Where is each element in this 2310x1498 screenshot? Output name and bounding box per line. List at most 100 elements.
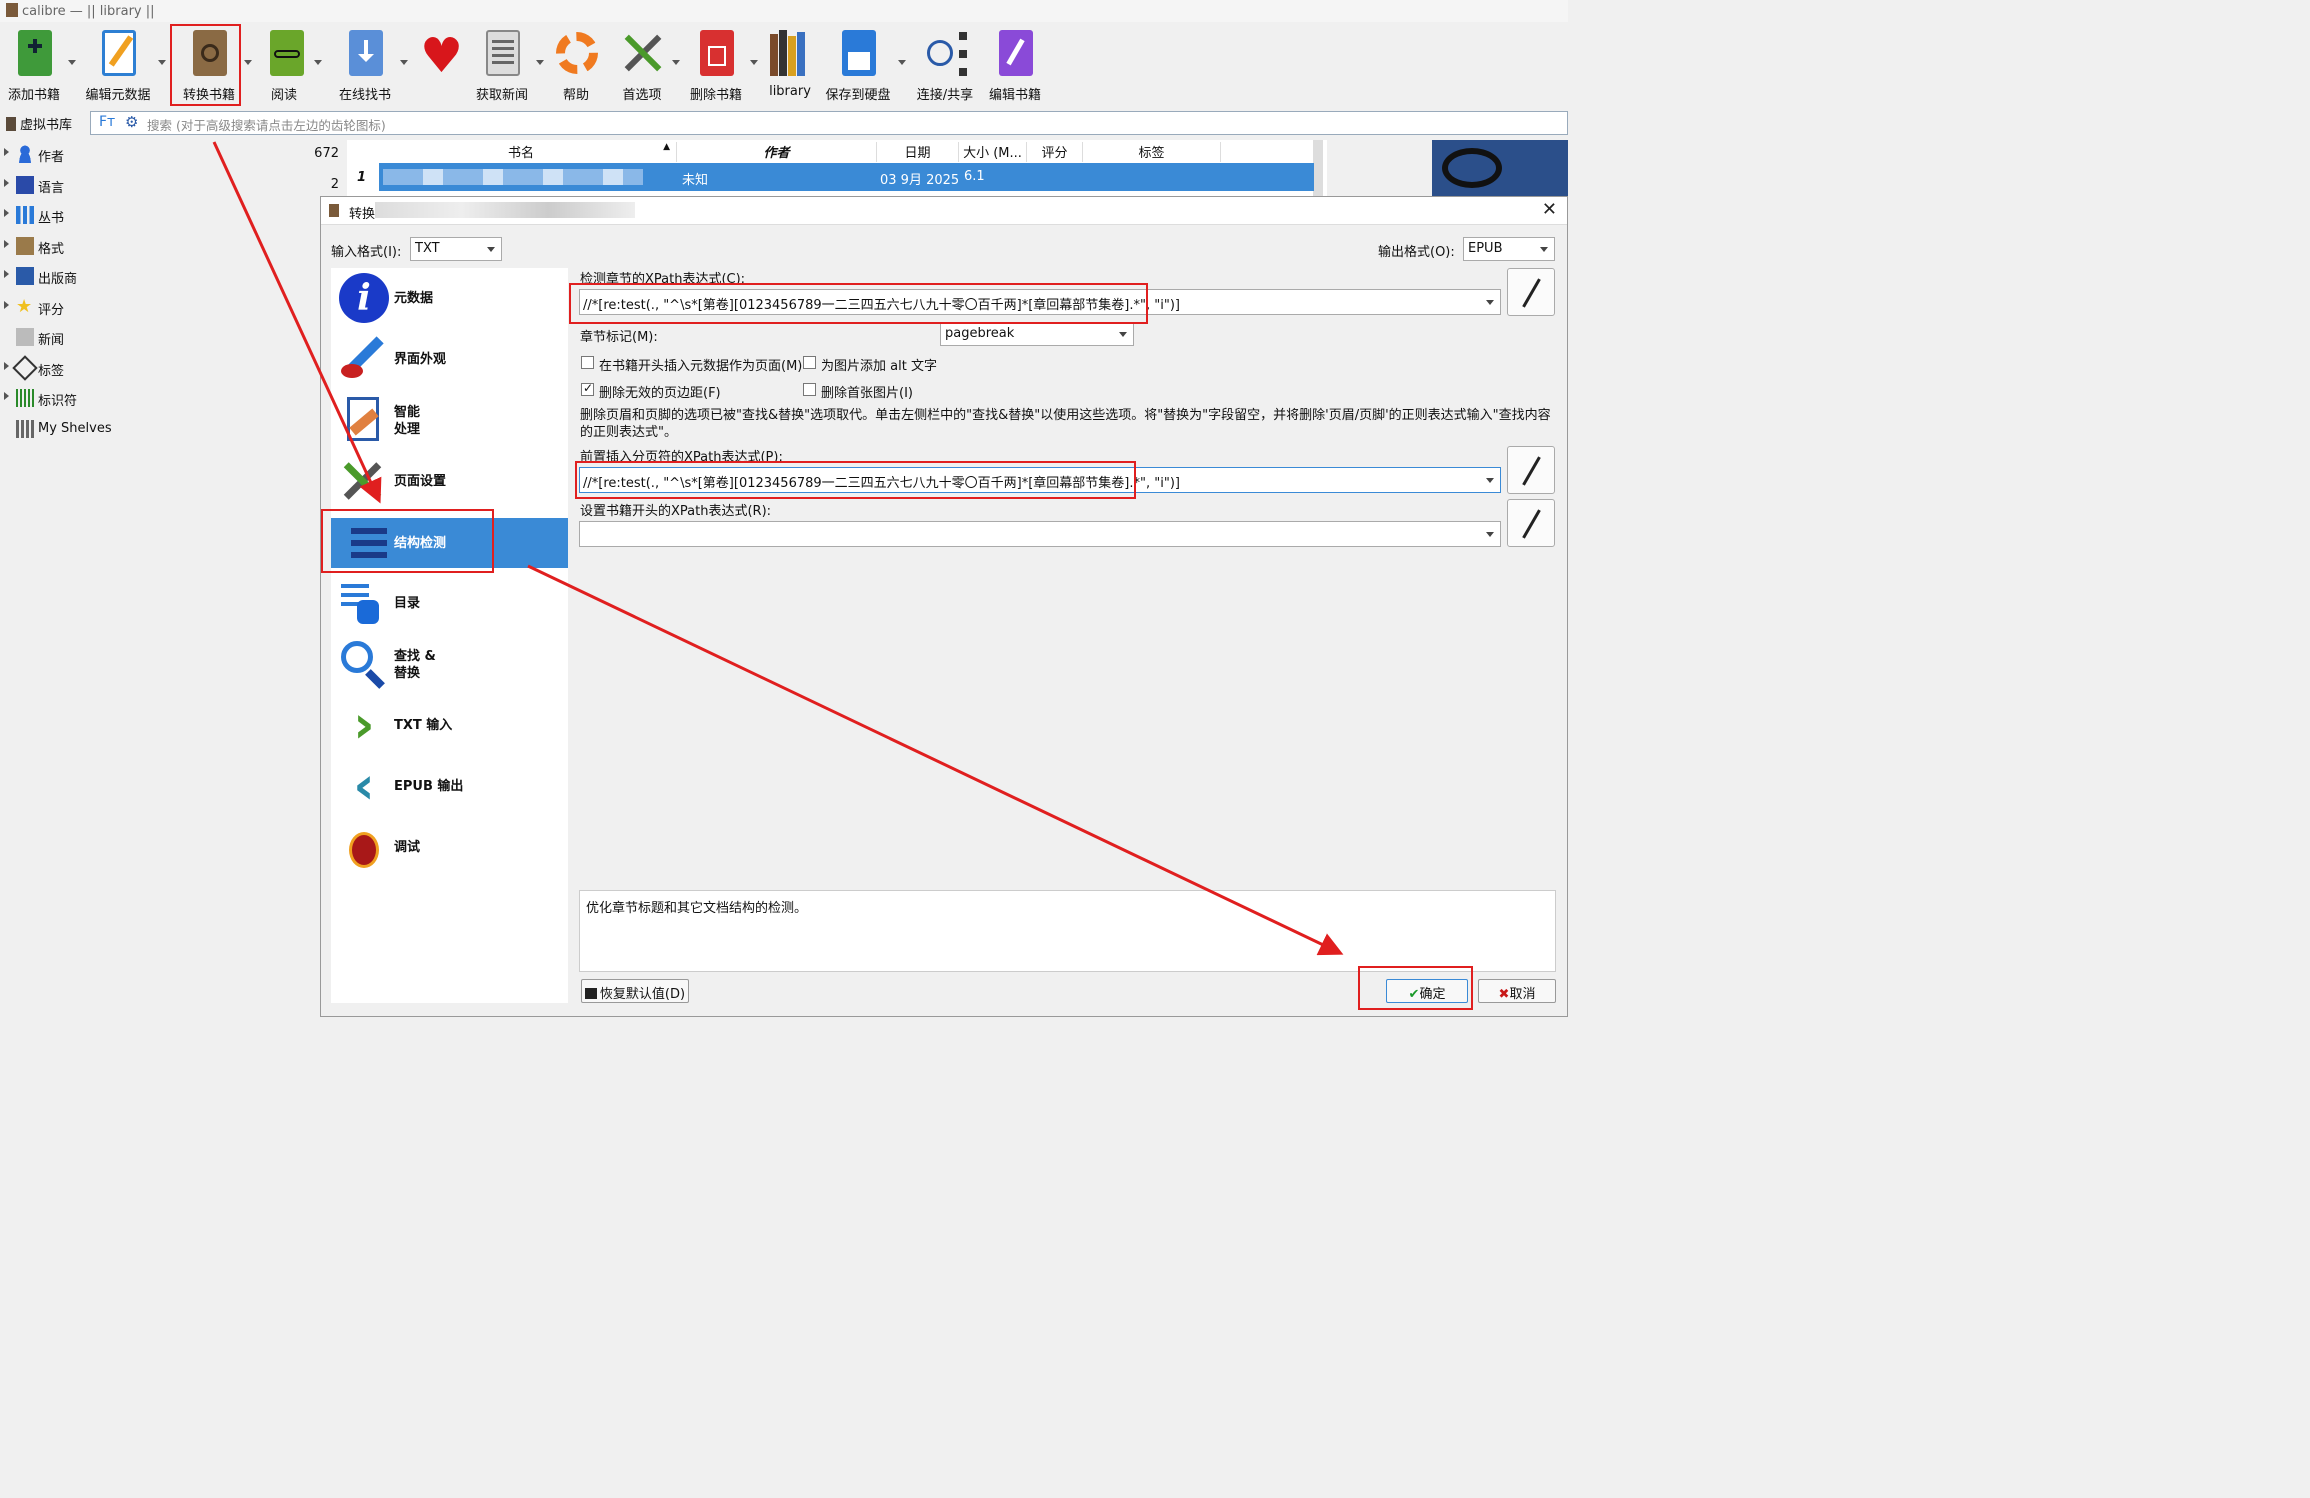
tag-category-shelves[interactable]: My Shelves: [0, 415, 345, 443]
tag-browser: 作者 672 语言 2 丛书 格式 出版商 ★ 评分 新闻 标签 标识符 My She…: [0, 140, 345, 1017]
remove-first-image-checkbox[interactable]: [803, 383, 816, 396]
paintbrush-icon: [339, 334, 389, 384]
nav-look-and-feel[interactable]: 界面外观: [331, 329, 568, 389]
tag-category-languages[interactable]: 语言 2: [0, 171, 345, 199]
nav-txt-input[interactable]: › TXT 输入: [331, 695, 568, 755]
read-button[interactable]: 阅读: [262, 28, 306, 103]
add-book-button[interactable]: 添加书籍: [6, 28, 62, 103]
donate-button[interactable]: ♥: [414, 28, 466, 80]
nav-epub-output[interactable]: ‹ EPUB 输出: [331, 756, 568, 816]
tools-icon: [618, 28, 666, 80]
library-button[interactable]: library: [766, 28, 814, 99]
book-list-scrollbar[interactable]: [1313, 140, 1323, 196]
add-alt-text-label: 为图片添加 alt 文字: [821, 359, 937, 374]
search-input[interactable]: Fᴛ ⚙ 搜索 (对于高级搜索请点击左边的齿轮图标): [90, 111, 1568, 135]
read-dropdown-icon[interactable]: [314, 60, 322, 65]
start-xpath-wizard-button[interactable]: [1507, 499, 1555, 547]
column-header-size[interactable]: 大小 (M...: [959, 142, 1027, 162]
annotation-box-pagebreak-xpath: [575, 461, 1136, 499]
convert-dropdown-icon[interactable]: [244, 60, 252, 65]
save-to-disk-button[interactable]: 保存到硬盘: [824, 28, 892, 103]
remove-first-image-label: 删除首张图片(I): [821, 386, 913, 401]
chapter-mark-select[interactable]: pagebreak: [940, 322, 1134, 346]
insert-metadata-checkbox[interactable]: [581, 356, 594, 369]
restore-defaults-button[interactable]: 恢复默认值(D): [581, 979, 689, 1003]
book-cover-preview[interactable]: [1432, 140, 1568, 198]
gear-icon[interactable]: ⚙: [125, 113, 138, 131]
add-book-dropdown-icon[interactable]: [68, 60, 76, 65]
tag-category-identifiers[interactable]: 标识符: [0, 384, 345, 412]
annotation-box-structure-nav: [321, 509, 494, 573]
news-dropdown-icon[interactable]: [536, 60, 544, 65]
edit-book-button[interactable]: 编辑书籍: [986, 28, 1044, 103]
help-button[interactable]: 帮助: [552, 28, 600, 103]
series-icon: [16, 206, 34, 224]
library-books-icon: [766, 28, 814, 80]
virtual-library-button[interactable]: 虚拟书库: [6, 114, 72, 133]
remove-dropdown-icon[interactable]: [750, 60, 758, 65]
fetch-news-button[interactable]: 获取新闻: [474, 28, 530, 103]
magnifier-icon: [339, 639, 389, 689]
tag-category-news[interactable]: 新闻: [0, 323, 345, 351]
person-icon: [16, 145, 34, 163]
blurred-book-name: [375, 202, 635, 218]
remove-fake-margins-checkbox[interactable]: [581, 381, 594, 396]
cancel-button[interactable]: ✖取消: [1478, 979, 1556, 1003]
nav-debug[interactable]: 调试: [331, 817, 568, 877]
calibre-logo-icon: [6, 3, 18, 17]
edit-metadata-dropdown-icon[interactable]: [158, 60, 166, 65]
save-dropdown-icon[interactable]: [898, 60, 906, 65]
get-books-button[interactable]: 在线找书: [336, 28, 394, 103]
get-books-dropdown-icon[interactable]: [400, 60, 408, 65]
edit-metadata-button[interactable]: 编辑元数据: [84, 28, 152, 103]
help-text-box: 优化章节标题和其它文档结构的检测。: [579, 890, 1556, 972]
preferences-dropdown-icon[interactable]: [672, 60, 680, 65]
table-row[interactable]: 未知 03 9月 2025 6.1: [379, 163, 1314, 191]
close-icon[interactable]: ✕: [1542, 199, 1557, 220]
nav-page-setup[interactable]: 页面设置: [331, 451, 568, 511]
nav-heuristic-processing[interactable]: 智能 处理: [331, 390, 568, 450]
find-text-icon[interactable]: Fᴛ: [99, 114, 115, 130]
nav-metadata[interactable]: i 元数据: [331, 268, 568, 328]
column-header-date[interactable]: 日期: [877, 142, 959, 162]
dialog-title: 转换: [349, 207, 376, 222]
column-header-author[interactable]: 作者: [677, 142, 877, 162]
book-format-icon: [16, 237, 34, 255]
tag-category-tags[interactable]: 标签: [0, 354, 345, 382]
document-bandage-icon: [339, 395, 389, 445]
input-format-select[interactable]: TXT: [410, 237, 502, 261]
nav-search-replace[interactable]: 查找 & 替换: [331, 634, 568, 694]
nav-table-of-contents[interactable]: 目录: [331, 573, 568, 633]
tag-category-rating[interactable]: ★ 评分: [0, 293, 345, 321]
column-header-rating[interactable]: 评分: [1027, 142, 1083, 162]
star-icon: ★: [16, 296, 33, 317]
preferences-button[interactable]: 首选项: [616, 28, 668, 103]
chevron-left-icon: ‹: [353, 756, 375, 816]
tag-category-series[interactable]: 丛书: [0, 201, 345, 229]
chevron-right-icon: ›: [353, 695, 375, 755]
book-size: 6.1: [964, 169, 985, 184]
tag-category-authors[interactable]: 作者 672: [0, 140, 345, 168]
column-header-tags[interactable]: 标签: [1083, 142, 1221, 162]
chevron-down-icon: [1486, 300, 1494, 305]
edit-book-icon: [991, 28, 1039, 80]
toc-pointer-icon: [339, 578, 389, 628]
annotation-box-ok: [1358, 966, 1473, 1010]
pagebreak-xpath-wizard-button[interactable]: [1507, 446, 1555, 494]
output-format-select[interactable]: EPUB: [1463, 237, 1555, 261]
cancel-x-icon: ✖: [1498, 987, 1510, 1002]
magic-wand-icon: [1522, 509, 1541, 539]
column-header-title[interactable]: 书名 ▲: [379, 142, 677, 162]
output-format-label: 输出格式(O):: [1378, 245, 1455, 260]
start-xpath-input[interactable]: [579, 521, 1501, 547]
read-book-icon: [262, 28, 310, 80]
remove-fake-margins-label: 删除无效的页边距(F): [599, 386, 721, 401]
books-icon: [6, 117, 16, 131]
add-alt-text-checkbox[interactable]: [803, 356, 816, 369]
publisher-icon: [16, 267, 34, 285]
tag-category-publishers[interactable]: 出版商: [0, 262, 345, 290]
tag-category-formats[interactable]: 格式: [0, 232, 345, 260]
chapter-xpath-wizard-button[interactable]: [1507, 268, 1555, 316]
connect-share-button[interactable]: 连接/共享: [914, 28, 976, 103]
remove-books-button[interactable]: 删除书籍: [688, 28, 744, 103]
